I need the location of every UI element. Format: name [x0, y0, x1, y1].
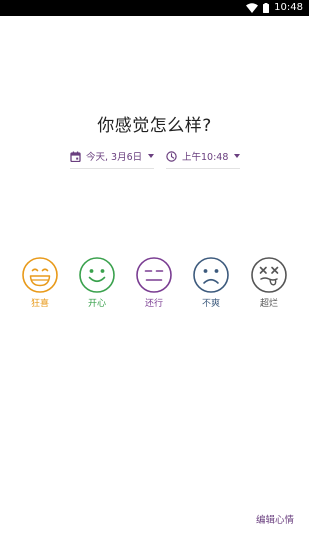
mood-happy[interactable]: 开心: [72, 256, 122, 310]
grin-face-icon: [22, 257, 58, 293]
clock-icon: [166, 150, 177, 162]
smile-face-icon: [79, 257, 115, 293]
mood-label: 还行: [144, 299, 163, 309]
mood-label: 开心: [87, 299, 106, 309]
neutral-face-icon: [136, 257, 172, 293]
battery-icon: [263, 3, 270, 13]
status-time: 10:48: [274, 2, 303, 13]
mood-okay[interactable]: 还行: [129, 256, 179, 310]
wifi-icon: [246, 3, 259, 13]
time-value: 上午10:48: [182, 152, 229, 163]
page-title: 你感觉怎么样?: [97, 116, 212, 136]
mood-label: 不爽: [201, 299, 220, 309]
status-right: 10:48: [246, 0, 303, 16]
mood-label: 狂喜: [30, 299, 49, 309]
status-bar: 10:48: [0, 0, 309, 16]
time-picker[interactable]: 上午10:48: [166, 146, 241, 169]
calendar-icon: [70, 151, 81, 162]
dizzy-face-icon: [251, 257, 287, 293]
mood-terrible[interactable]: 超烂: [244, 256, 294, 310]
date-value: 今天, 3月6日: [86, 152, 143, 163]
mood-upset[interactable]: 不爽: [186, 256, 236, 310]
frown-face-icon: [193, 257, 229, 293]
mood-label: 超烂: [259, 299, 278, 309]
mood-ecstatic[interactable]: 狂喜: [15, 256, 65, 310]
edit-moods-link[interactable]: 编辑心情: [256, 512, 294, 526]
date-picker[interactable]: 今天, 3月6日: [70, 146, 155, 169]
chevron-down-icon: [148, 154, 155, 158]
chevron-down-icon: [234, 154, 241, 158]
